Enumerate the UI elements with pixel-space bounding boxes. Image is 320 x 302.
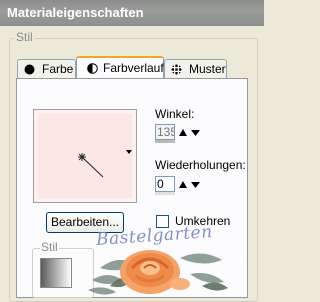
tab-color[interactable]: Farbe: [17, 59, 76, 78]
window-title: Materialeigenschaften: [7, 5, 144, 20]
tab-color-label: Farbe: [42, 62, 74, 76]
half-circle-icon: [87, 63, 98, 74]
angle-handle-icon[interactable]: [34, 110, 138, 204]
linear-gradient-style-button[interactable]: [40, 258, 72, 288]
repeats-spinner[interactable]: 0: [155, 176, 211, 195]
gradient-style-label: Stil: [40, 240, 59, 254]
title-bar: Materialeigenschaften: [0, 0, 264, 26]
tab-pattern[interactable]: Muster: [164, 59, 227, 78]
style-group-label: Stil: [14, 30, 35, 44]
spinner-arrows-icon[interactable]: [178, 178, 204, 192]
repeats-label: Wiederholungen:: [155, 158, 246, 172]
tab-gradient[interactable]: Farbverlauf: [76, 56, 164, 78]
spinner-arrows-icon[interactable]: [178, 126, 204, 140]
repeats-input[interactable]: 0: [155, 176, 175, 192]
gradient-preview[interactable]: [33, 109, 137, 203]
angle-slider-bar[interactable]: [155, 140, 175, 143]
tab-gradient-label: Farbverlauf: [103, 61, 164, 75]
tab-pattern-label: Muster: [189, 62, 226, 76]
repeats-slider-bar[interactable]: [155, 192, 175, 195]
pattern-icon: [171, 64, 182, 75]
angle-label: Winkel:: [155, 107, 195, 121]
angle-input[interactable]: 135: [155, 124, 175, 140]
filled-circle-icon: [24, 64, 35, 75]
preview-dropdown-icon[interactable]: [126, 150, 132, 154]
angle-spinner[interactable]: 135: [155, 124, 211, 143]
